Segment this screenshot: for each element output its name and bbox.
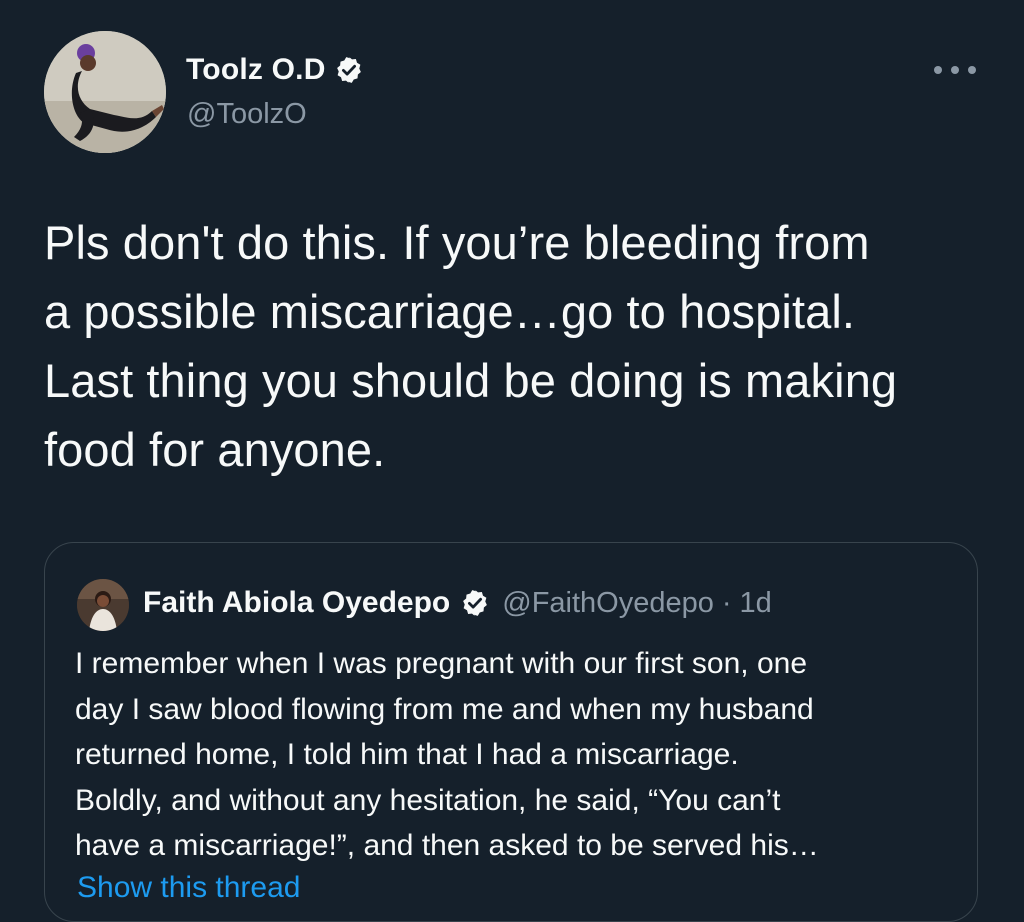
- quoted-tweet-text: I remember when I was pregnant with our …: [75, 647, 819, 862]
- quoted-author-avatar[interactable]: [77, 579, 129, 631]
- tweet: Toolz O.D @ToolzO Pls don't do this. If …: [0, 0, 1024, 922]
- tweet-text: Pls don't do this. If you’re bleeding fr…: [44, 216, 898, 476]
- author-avatar[interactable]: [44, 31, 166, 153]
- author-name[interactable]: Toolz O.D: [186, 53, 326, 87]
- verified-badge-icon: [334, 55, 364, 85]
- dot: [934, 66, 942, 74]
- show-thread-link[interactable]: Show this thread: [77, 871, 300, 905]
- dot: [951, 66, 959, 74]
- separator-dot: ·: [721, 586, 732, 619]
- author-handle[interactable]: @ToolzO: [187, 98, 307, 131]
- quoted-author-name: Faith Abiola Oyedepo: [143, 586, 451, 619]
- dot: [968, 66, 976, 74]
- author-name-row: Toolz O.D: [186, 52, 364, 88]
- verified-badge-icon: [460, 588, 490, 618]
- quoted-tweet[interactable]: Faith Abiola Oyedepo @FaithOyedepo · 1d …: [44, 542, 978, 922]
- quoted-author-handle: @FaithOyedepo: [502, 586, 714, 619]
- profile-photo-icon: [44, 31, 166, 153]
- quoted-timestamp[interactable]: 1d: [740, 587, 772, 620]
- quoted-header: Faith Abiola Oyedepo @FaithOyedepo · 1d: [143, 583, 772, 623]
- profile-photo-icon: [77, 579, 129, 631]
- more-options-icon[interactable]: [934, 58, 976, 82]
